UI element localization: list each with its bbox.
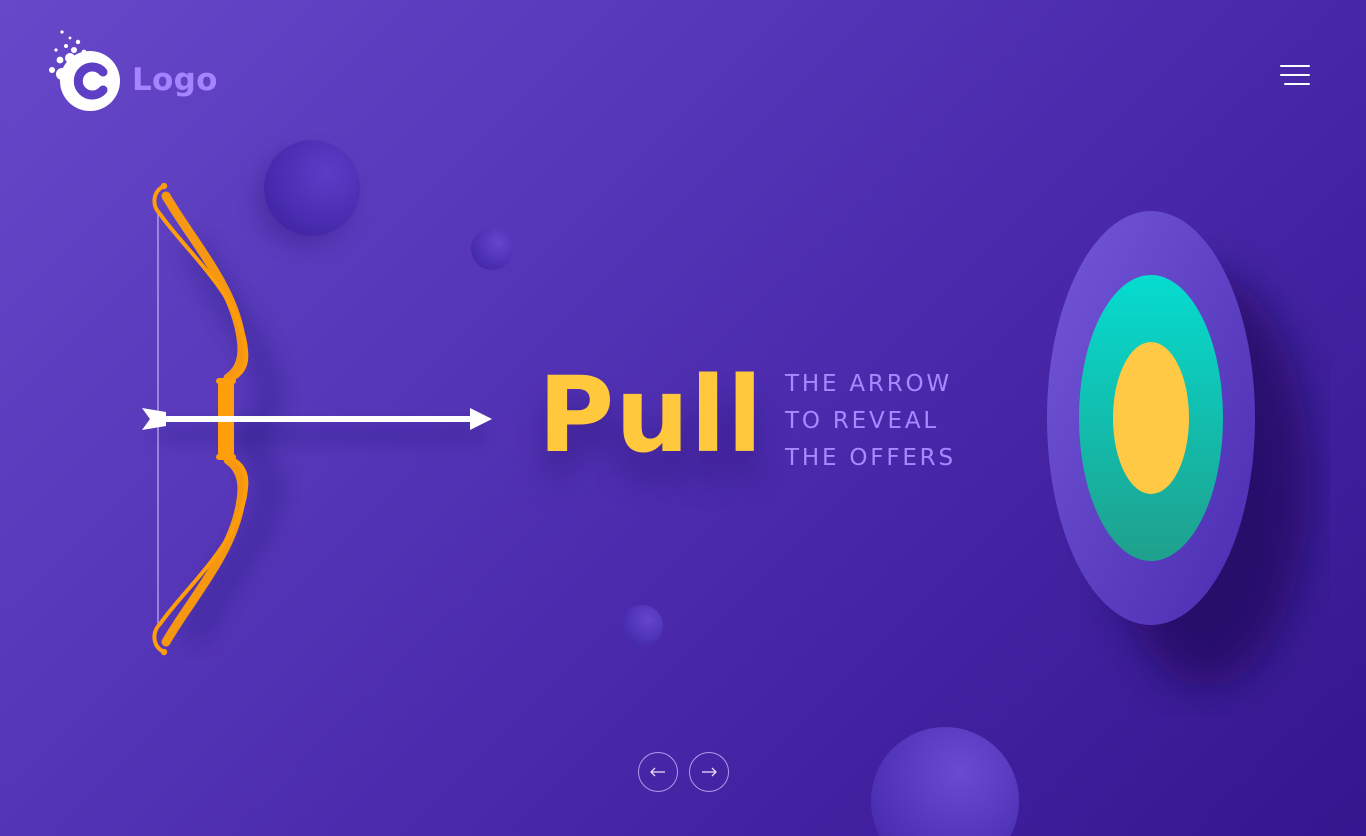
tagline-line: THE OFFERS [785,445,956,471]
c-bubbles-logo-icon [49,30,120,111]
arrow-right-icon [702,767,717,777]
tagline: THE ARROW TO REVEAL THE OFFERS [785,366,956,477]
menu-button[interactable] [1272,56,1318,94]
hamburger-menu-icon [1280,65,1310,67]
archery-target-illustration[interactable] [1030,196,1330,716]
decorative-sphere [621,605,663,647]
tagline-line: THE ARROW [785,371,952,397]
previous-slide-button[interactable] [638,752,678,792]
headline: Pull [538,354,764,476]
bow-and-arrow-illustration[interactable] [130,178,510,660]
arrow-left-icon [650,767,665,777]
logo[interactable]: Logo [48,30,248,114]
logo-text: Logo [132,62,218,98]
next-slide-button[interactable] [689,752,729,792]
decorative-sphere [871,727,1019,836]
tagline-line: TO REVEAL [785,408,939,434]
